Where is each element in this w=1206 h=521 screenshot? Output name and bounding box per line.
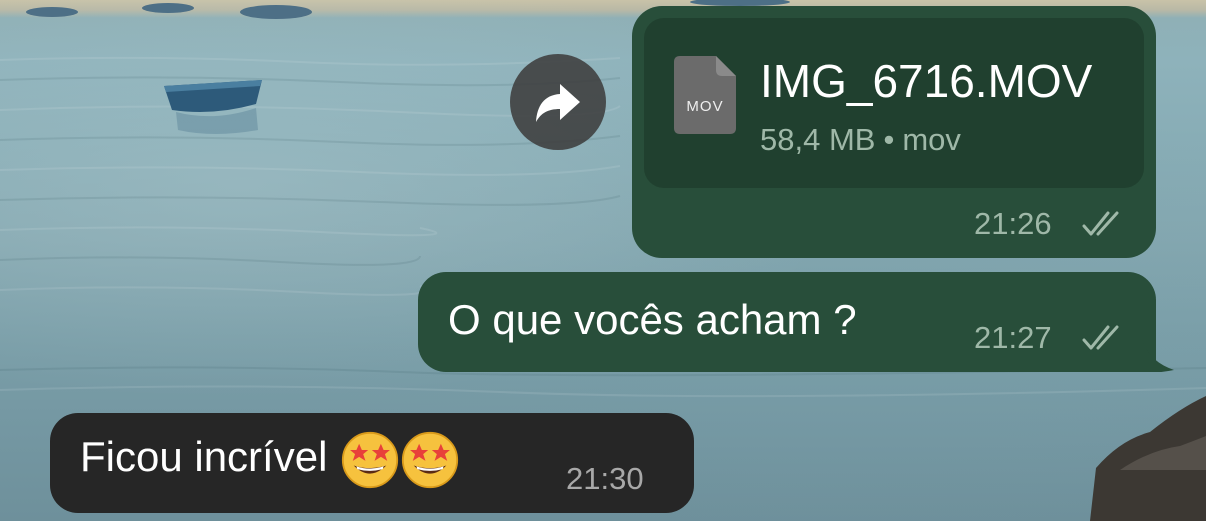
message-text-row: Ficou incrível [80,431,459,489]
file-name: IMG_6716.MOV [760,55,1093,107]
read-receipt-icon [1082,325,1119,350]
read-receipt-icon [1082,211,1119,236]
message-text: O que vocês acham ? [448,296,857,343]
outgoing-message-bubble[interactable]: O que vocês acham ? 21:27 [418,272,1156,372]
forward-arrow-icon [536,84,580,122]
file-meta: 58,4 MB • mov [760,122,961,158]
mov-file-icon: MOV [674,56,736,134]
message-time: 21:30 [566,461,644,496]
message-time: 21:26 [974,206,1052,241]
file-icon-label: MOV [686,98,724,115]
bubble-tail [1140,330,1174,372]
forward-button[interactable] [510,54,606,150]
star-struck-emoji-icon [401,431,459,489]
file-attachment[interactable]: MOV IMG_6716.MOV 58,4 MB • mov [644,18,1144,188]
file-size: 58,4 MB [760,122,876,157]
message-time: 21:27 [974,320,1052,355]
incoming-message-bubble[interactable]: Ficou incrível 21:30 [50,413,694,513]
message-text: Ficou incrível [80,433,328,481]
rock [1090,396,1206,521]
meta-separator: • [883,122,895,157]
star-struck-emoji-icon [341,431,399,489]
file-type: mov [902,122,961,157]
file-message-bubble[interactable]: MOV IMG_6716.MOV 58,4 MB • mov 21:26 [632,6,1156,258]
